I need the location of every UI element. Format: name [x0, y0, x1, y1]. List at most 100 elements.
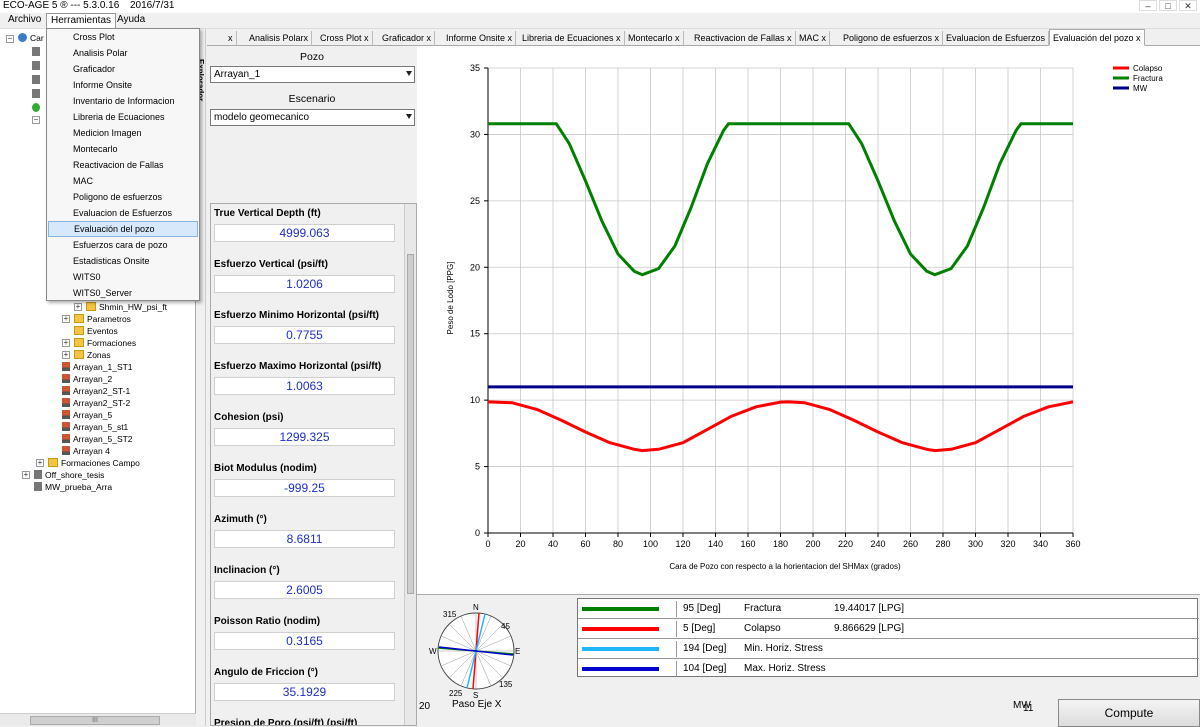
maximize-icon[interactable]: □ — [1159, 0, 1177, 11]
prop-value-azimuth[interactable]: 8.6811 — [214, 530, 395, 548]
menu-item-poligono-esfuerzos[interactable]: Poligono de esfuerzos — [48, 189, 198, 205]
menu-item-analisis-polar[interactable]: Analisis Polar — [48, 45, 198, 61]
tree-expander[interactable]: + — [36, 459, 44, 467]
rig-icon — [32, 75, 40, 84]
results-row-fractura: 95 [Deg] Fractura 19.44017 [LPG] — [578, 599, 1199, 619]
x-tick-label: 280 — [935, 539, 950, 549]
tab-reactivacion-fallas[interactable]: Reactivacion de Fallas x — [691, 31, 796, 46]
menu-item-libreria-ecuaciones[interactable]: Libreria de Ecuaciones — [48, 109, 198, 125]
tree-node-hidden-4[interactable] — [32, 88, 43, 100]
results-row-colapso: 5 [Deg] Colapso 9.866629 [LPG] — [578, 619, 1199, 639]
tree-item[interactable]: Shmin_HW_psi_ft — [86, 301, 167, 313]
tree-item[interactable]: Eventos — [74, 325, 118, 337]
menu-item-evaluacion-pozo[interactable]: Evaluación del pozo — [48, 221, 198, 237]
menu-item-medicion-imagen[interactable]: Medicion Imagen — [48, 125, 198, 141]
tab-poligono-esfuerzos[interactable]: Poligono de esfuerzos x — [840, 31, 944, 46]
tree-item[interactable]: Arrayan_5_st1 — [62, 421, 128, 433]
tree-expander[interactable]: + — [62, 339, 70, 347]
pozo-select-value: Arrayan_1 — [214, 69, 261, 80]
folder-icon — [74, 338, 84, 347]
tree-item[interactable]: Arrayan2_ST-1 — [62, 385, 130, 397]
tree-item[interactable]: MW_prueba_Arra — [34, 481, 112, 493]
prop-value-esfuerzo-vertical[interactable]: 1.0206 — [214, 275, 395, 293]
tab-informe-onsite[interactable]: Informe Onsite x — [443, 31, 517, 46]
y-tick-label: 25 — [470, 196, 480, 206]
tree-root[interactable]: Car — [18, 32, 44, 44]
tree-expander-field[interactable]: − — [32, 116, 40, 124]
prop-value-friccion[interactable]: 35.1929 — [214, 683, 395, 701]
menu-herramientas[interactable]: Herramientas — [46, 13, 117, 28]
x-tick-label: 260 — [903, 539, 918, 549]
prop-value-tvd[interactable]: 4999.063 — [214, 224, 395, 242]
tree-horizontal-scrollbar[interactable]: III — [0, 713, 196, 726]
result-deg: 5 [Deg] — [683, 623, 716, 634]
escenario-select[interactable]: modelo geomecanico — [210, 109, 415, 126]
prop-value-biot[interactable]: -999.25 — [214, 479, 395, 497]
menu-ayuda[interactable]: Ayuda — [113, 13, 149, 28]
tree-root-label: Car — [30, 33, 44, 43]
paso-eje-x-value[interactable]: 20 — [419, 701, 430, 712]
prop-value-poisson[interactable]: 0.3165 — [214, 632, 395, 650]
tab-evaluacion-pozo[interactable]: Evaluación del pozo x — [1049, 29, 1145, 46]
tab-libreria-ecuaciones[interactable]: Libreria de Ecuaciones x — [519, 31, 625, 46]
prop-value-esfuerzo-maximo[interactable]: 1.0063 — [214, 377, 395, 395]
globe-icon — [18, 33, 27, 42]
prop-value-inclinacion[interactable]: 2.6005 — [214, 581, 395, 599]
prop-value-cohesion[interactable]: 1299.325 — [214, 428, 395, 446]
results-row-min-stress: 194 [Deg] Min. Horiz. Stress — [578, 639, 1199, 659]
close-icon[interactable]: ✕ — [1179, 0, 1197, 11]
tree-item[interactable]: Parametros — [74, 313, 131, 325]
menu-item-graficador[interactable]: Graficador — [48, 61, 198, 77]
menu-item-cross-plot[interactable]: Cross Plot — [48, 29, 198, 45]
mw-input[interactable]: 11 — [1021, 701, 1051, 717]
tree-expander[interactable]: + — [62, 315, 70, 323]
scrollbar-thumb[interactable]: III — [30, 716, 160, 725]
prop-value-esfuerzo-minimo[interactable]: 0.7755 — [214, 326, 395, 344]
tree-expander-root[interactable]: − — [6, 35, 14, 43]
tree-node-hidden-2[interactable] — [32, 60, 43, 72]
tab-montecarlo[interactable]: Montecarlo x — [625, 31, 684, 46]
pozo-select[interactable]: Arrayan_1 — [210, 66, 415, 83]
menu-item-reactivacion-fallas[interactable]: Reactivacion de Fallas — [48, 157, 198, 173]
menu-bar: Archivo Herramientas Ayuda — [0, 13, 1200, 29]
tree-node-hidden-3[interactable] — [32, 74, 43, 86]
compass-rose: N S E W 315 45 135 225 — [429, 603, 520, 699]
tree-expander[interactable]: + — [62, 351, 70, 359]
result-name: Max. Horiz. Stress — [744, 663, 826, 674]
tab-evaluacion-esfuerzos[interactable]: Evaluacion de Esfuerzos — [943, 31, 1050, 46]
x-tick-label: 180 — [773, 539, 788, 549]
menu-item-estadisticas-onsite[interactable]: Estadisticas Onsite — [48, 253, 198, 269]
minimize-icon[interactable]: – — [1139, 0, 1157, 11]
rig-icon — [32, 61, 40, 70]
tree-item[interactable]: Arrayan 4 — [62, 445, 110, 457]
tree-item[interactable]: Arrayan_1_ST1 — [62, 361, 133, 373]
tab-mac[interactable]: MAC x — [796, 31, 830, 46]
menu-item-esfuerzos-cara-pozo[interactable]: Esfuerzos cara de pozo — [48, 237, 198, 253]
menu-item-inventario[interactable]: Inventario de Informacion — [48, 93, 198, 109]
scrollbar-thumb[interactable] — [407, 254, 414, 594]
x-tick-label: 320 — [1000, 539, 1015, 549]
menu-archivo[interactable]: Archivo — [4, 13, 45, 28]
tree-item[interactable]: Arrayan_5_ST2 — [62, 433, 133, 445]
menu-item-wits0[interactable]: WITS0 — [48, 269, 198, 285]
tree-node-hidden-5[interactable] — [32, 102, 43, 114]
tree-expander[interactable]: + — [22, 471, 30, 479]
menu-item-evaluacion-esfuerzos[interactable]: Evaluacion de Esfuerzos — [48, 205, 198, 221]
menu-item-informe-onsite[interactable]: Informe Onsite — [48, 77, 198, 93]
tree-item[interactable]: Formaciones Campo — [48, 457, 140, 469]
compute-button[interactable]: Compute — [1058, 699, 1200, 727]
menu-item-wits0-server[interactable]: WITS0_Server — [48, 285, 198, 301]
tree-node-hidden-1[interactable] — [32, 46, 43, 58]
properties-scrollbar[interactable] — [404, 204, 416, 725]
tree-item[interactable]: Arrayan_2 — [62, 373, 112, 385]
tree-item[interactable]: Arrayan2_ST-2 — [62, 397, 130, 409]
result-deg: 194 [Deg] — [683, 643, 727, 654]
tree-expander[interactable]: + — [74, 303, 82, 311]
tree-item[interactable]: Zonas — [74, 349, 111, 361]
tree-item[interactable]: Arrayan_5 — [62, 409, 112, 421]
compass-n: N — [473, 603, 479, 612]
tree-item[interactable]: Off_shore_tesis — [34, 469, 104, 481]
menu-item-mac[interactable]: MAC — [48, 173, 198, 189]
tree-item[interactable]: Formaciones — [74, 337, 136, 349]
menu-item-montecarlo[interactable]: Montecarlo — [48, 141, 198, 157]
